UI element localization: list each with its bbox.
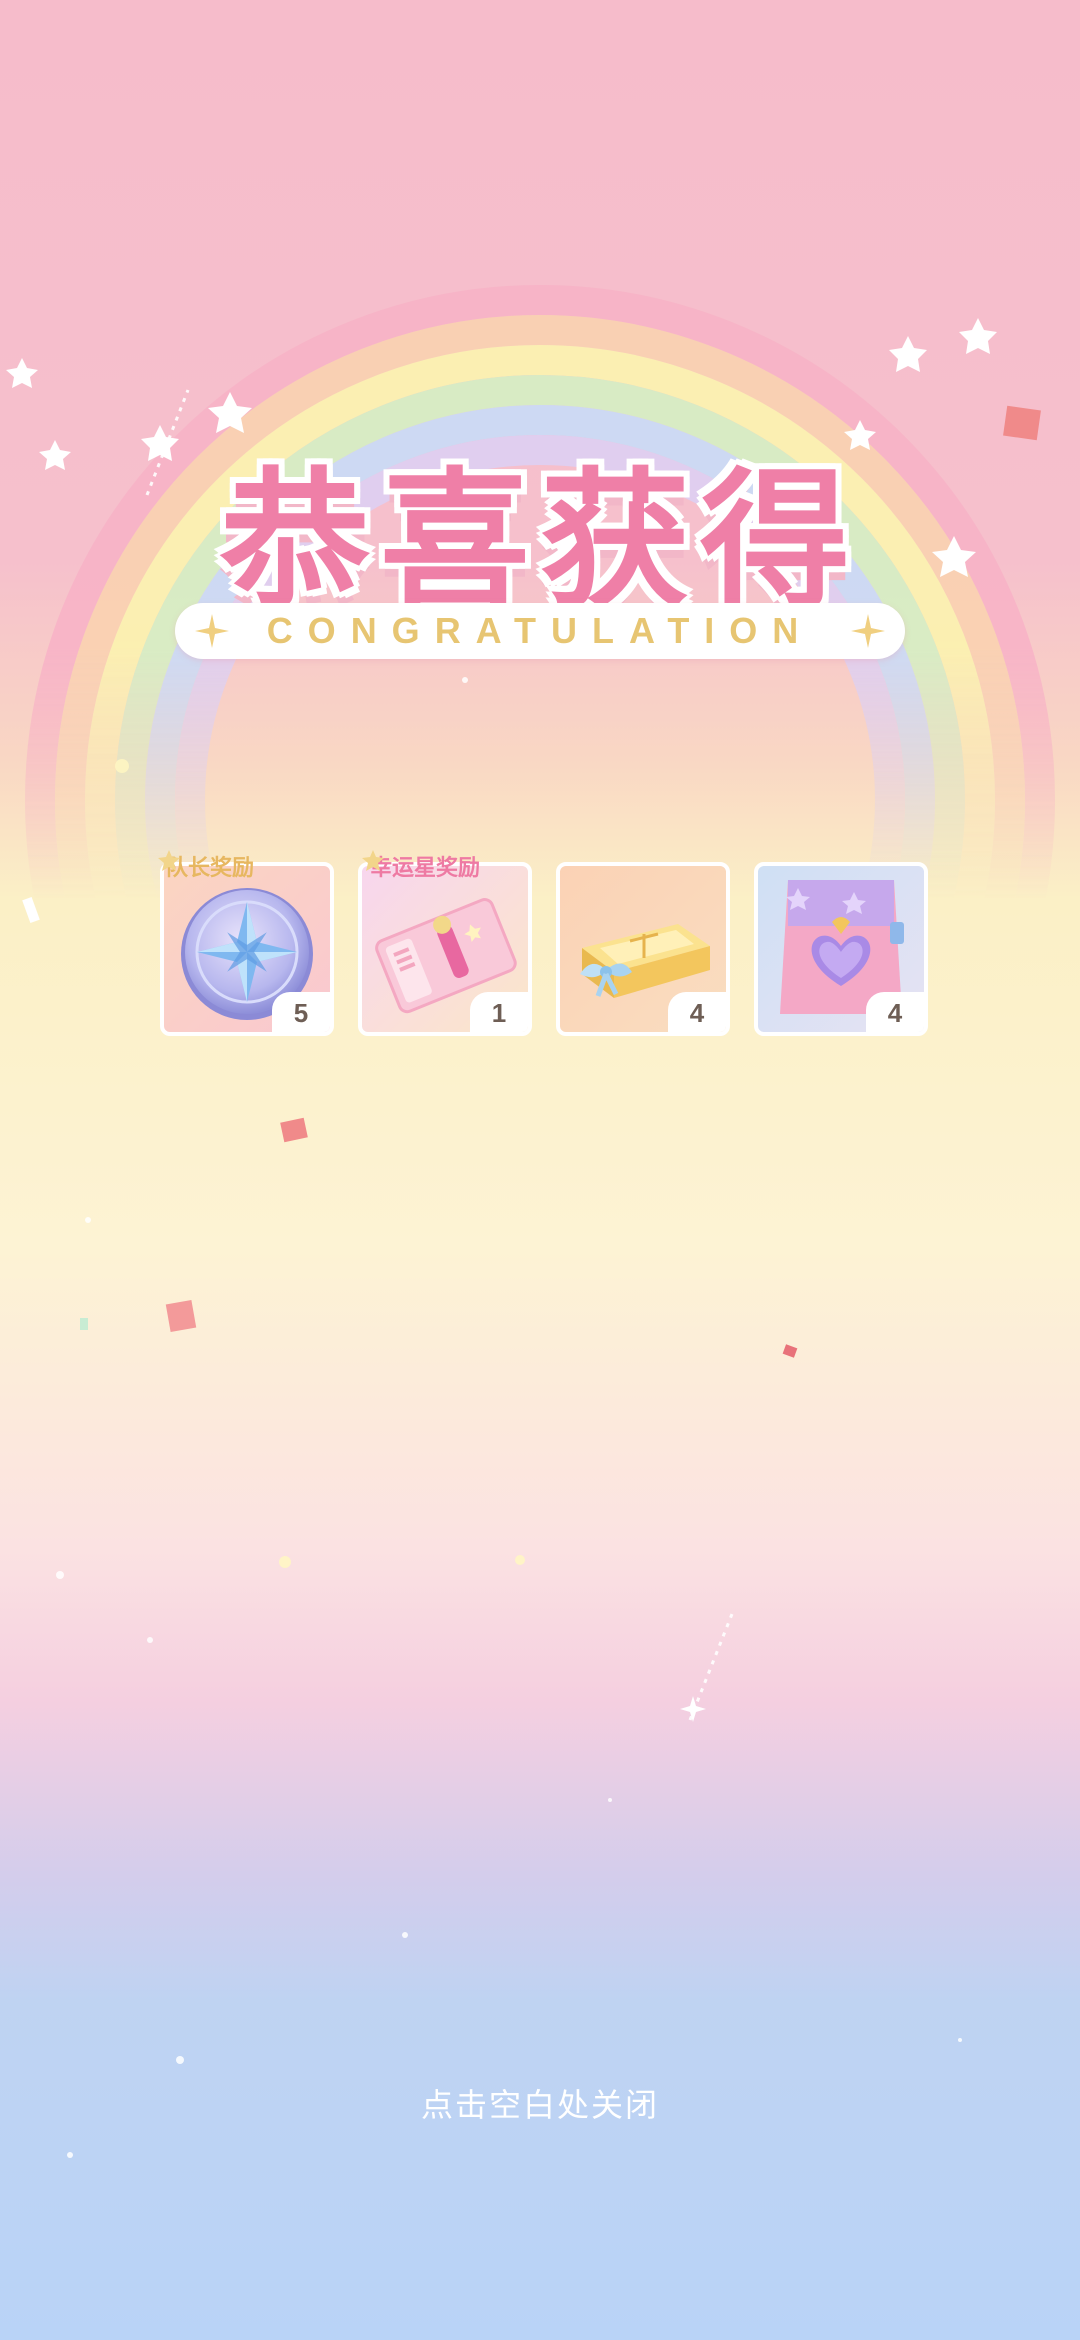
confetti-piece (280, 1117, 308, 1143)
subtitle-banner: CONGRATULATION (175, 603, 905, 659)
confetti-piece (165, 1299, 197, 1333)
reward-quantity: 4 (866, 992, 924, 1032)
reward-tag-lucky-star: 幸运星奖励 (362, 850, 481, 886)
reward-item[interactable]: 4 (556, 862, 730, 1036)
reward-tag-captain: 队长奖励 (158, 850, 254, 886)
reward-item[interactable]: 4 (754, 862, 928, 1036)
reward-item[interactable]: 1 (358, 862, 532, 1036)
reward-tag-label: 幸运星奖励 (370, 856, 481, 881)
title-english: CONGRATULATION (266, 610, 814, 651)
sparkle-icon (851, 614, 885, 648)
reward-quantity: 1 (470, 992, 528, 1032)
reward-quantity: 4 (668, 992, 726, 1032)
star-tag-icon (158, 850, 180, 871)
star-tag-icon (362, 850, 384, 871)
rewards-list: 5 1 4 4 队长奖励 幸运星奖励 (158, 850, 930, 1038)
tap-to-close-hint[interactable]: 点击空白处关闭 (0, 2080, 1080, 2126)
reward-quantity: 5 (272, 992, 330, 1032)
confetti-piece (22, 897, 40, 923)
confetti-piece (80, 1318, 88, 1330)
confetti-piece (782, 1344, 798, 1358)
reward-item[interactable]: 5 (160, 862, 334, 1036)
sparkle-icon (680, 1696, 706, 1722)
